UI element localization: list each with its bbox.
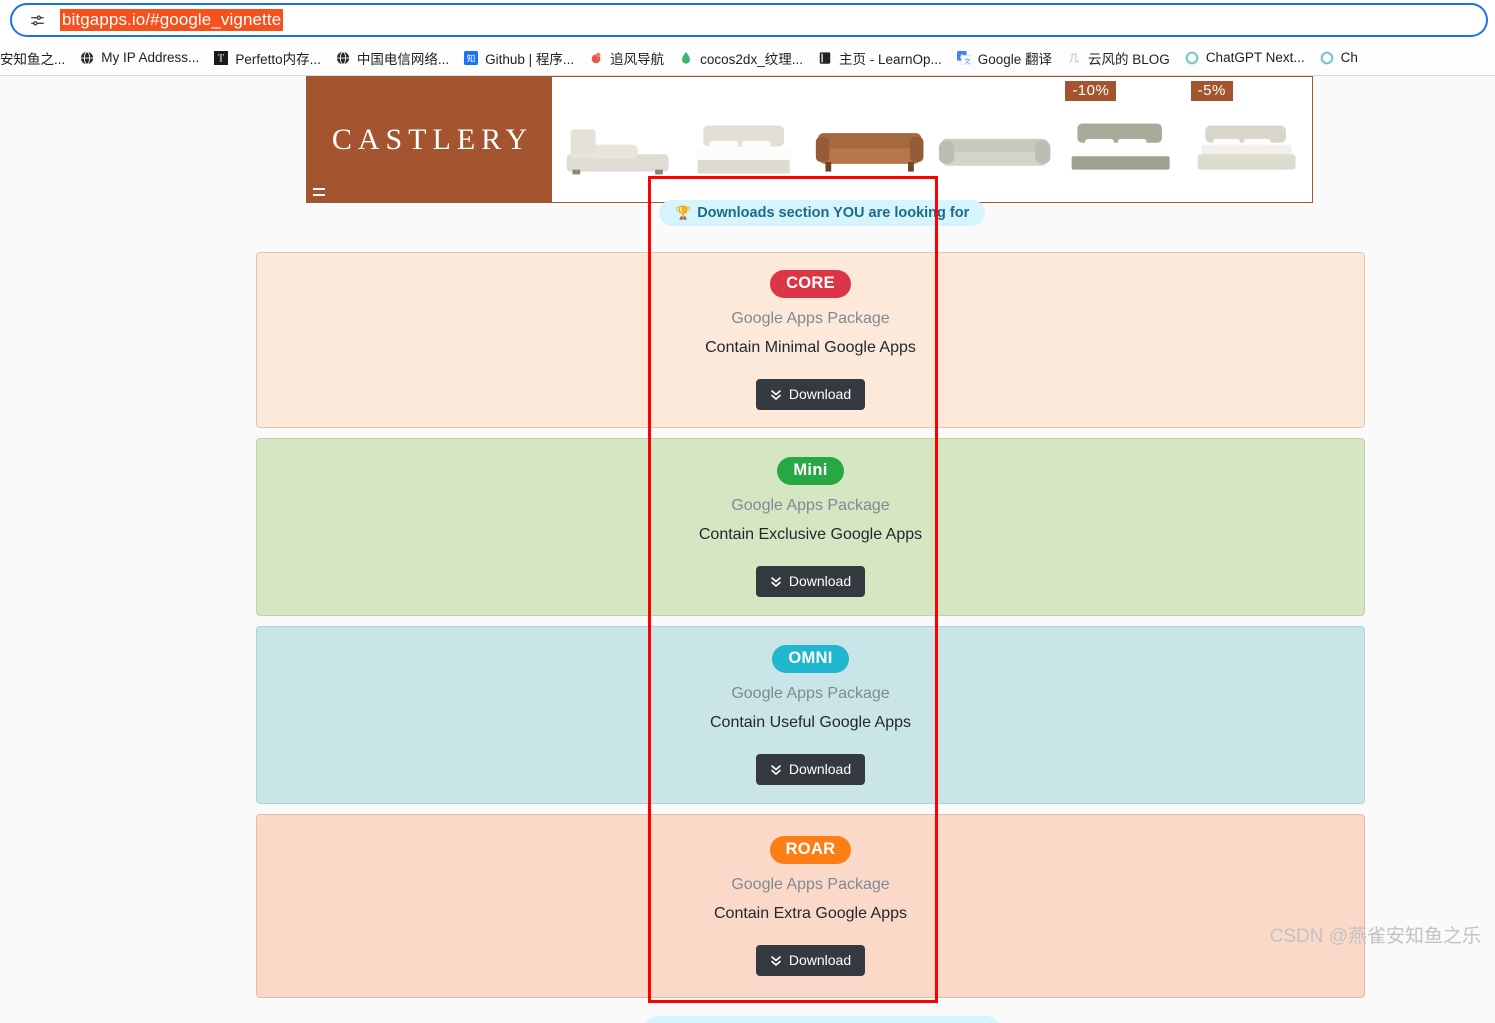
- package-subtitle: Google Apps Package: [731, 309, 890, 327]
- package-badge: Mini: [777, 457, 844, 485]
- bookmark-label: Ch: [1340, 50, 1358, 65]
- google-translate-icon: A文: [956, 50, 972, 66]
- double-chevron-down-icon: [770, 954, 782, 967]
- bookmark-item[interactable]: cocos2dx_纹理...: [671, 44, 810, 72]
- advertisement-banner[interactable]: CASTLERY -10% -5%: [306, 76, 1313, 203]
- svg-text:知: 知: [467, 52, 476, 63]
- bookmark-label: 中国电信网络...: [356, 51, 450, 67]
- bookmark-item[interactable]: My IP Address...: [72, 44, 206, 72]
- package-description: Contain Useful Google Apps: [709, 713, 911, 731]
- bookmarks-bar[interactable]: 安知鱼之... My IP Address... T Perfetto内存... 中国电…: [0, 40, 1495, 76]
- package-subtitle: Google Apps Package: [731, 496, 890, 514]
- ad-product-bed-low[interactable]: -5%: [1183, 77, 1308, 196]
- ad-product-image: [1062, 112, 1177, 184]
- zhihu-icon: 知: [463, 50, 479, 66]
- svg-text:T: T: [218, 53, 225, 64]
- bookmark-item[interactable]: T Perfetto内存...: [206, 44, 328, 72]
- address-bar-url[interactable]: bitgapps.io/#google_vignette: [60, 9, 284, 31]
- compass-icon: [588, 50, 604, 66]
- svg-text:几: 几: [1069, 53, 1079, 64]
- chatgpt-icon: [1319, 50, 1335, 66]
- download-button-label: Download: [788, 573, 852, 590]
- download-button-label: Download: [788, 761, 852, 778]
- ad-product-image: [561, 112, 676, 184]
- ad-product-image: [937, 112, 1052, 184]
- bookmark-label: cocos2dx_纹理...: [700, 51, 803, 67]
- bookmark-item[interactable]: A 文 Google 翻译: [949, 44, 1059, 72]
- package-card-omni: OMNI Google Apps Package Contain Useful Go…: [256, 626, 1365, 804]
- ad-product-sofa-leather[interactable]: [807, 77, 932, 196]
- download-button-label: Download: [788, 386, 852, 403]
- ad-product-image: [1188, 112, 1303, 184]
- address-bar[interactable]: bitgapps.io/#google_vignette: [10, 3, 1488, 37]
- cocos-icon: [678, 50, 694, 66]
- package-badge: CORE: [770, 270, 851, 298]
- ad-brand-name: CASTLERY: [331, 122, 534, 156]
- chatgpt-icon: [1184, 50, 1200, 66]
- browser-chrome: bitgapps.io/#google_vignette 安知鱼之... My I…: [0, 0, 1495, 76]
- globe-icon: [79, 50, 95, 66]
- double-chevron-down-icon: [770, 763, 782, 776]
- ad-choices-icon[interactable]: [313, 188, 325, 196]
- ad-discount-badge: -5%: [1190, 81, 1233, 101]
- book-icon: [817, 50, 833, 66]
- bookmark-label: 追风导航: [610, 51, 665, 67]
- package-card-core: CORE Google Apps Package Contain Minimal G…: [256, 252, 1365, 428]
- bookmark-label: 云风的 BLOG: [1088, 51, 1170, 67]
- site-settings-icon[interactable]: [24, 7, 50, 33]
- bookmark-label: Perfetto内存...: [235, 51, 321, 67]
- package-description: Contain Minimal Google Apps: [705, 338, 916, 356]
- package-subtitle: Google Apps Package: [731, 684, 890, 702]
- ad-product-sofa-sectional[interactable]: [932, 77, 1057, 196]
- ad-product-bed-platform[interactable]: -10%: [1057, 77, 1182, 196]
- ad-products: -10% -5%: [552, 77, 1312, 202]
- omnibox-row: bitgapps.io/#google_vignette: [0, 0, 1495, 40]
- bookmark-item[interactable]: 追风导航: [581, 44, 671, 72]
- downloads-section-banner: 🏆 Downloads section YOU are looking for: [659, 200, 986, 226]
- package-subtitle: Google Apps Package: [731, 875, 890, 893]
- letter-t-icon: T: [213, 50, 229, 66]
- double-chevron-down-icon: [770, 575, 782, 588]
- download-button[interactable]: Download: [755, 378, 866, 410]
- bookmark-item[interactable]: 几云风的 BLOG: [1059, 44, 1177, 72]
- globe-icon: [335, 50, 351, 66]
- double-chevron-down-icon: [770, 388, 782, 401]
- ad-product-bed-skirted[interactable]: [681, 77, 806, 196]
- package-description: Contain Extra Google Apps: [713, 904, 907, 922]
- ad-product-image: [812, 112, 927, 184]
- bookmark-item[interactable]: 知 Github | 程序...: [456, 44, 581, 72]
- bookmark-label: 安知鱼之...: [0, 51, 66, 67]
- download-button[interactable]: Download: [755, 944, 866, 976]
- bookmark-item[interactable]: 安知鱼之...: [0, 44, 72, 72]
- bookmark-label: Github | 程序...: [485, 51, 575, 67]
- svg-text:文: 文: [964, 57, 970, 65]
- bookmark-label: 主页 - LearnOp...: [838, 51, 942, 67]
- bookmark-item[interactable]: 主页 - LearnOp...: [810, 44, 949, 72]
- package-card-mini: Mini Google Apps Package Contain Exclusive…: [256, 438, 1365, 616]
- bookmark-label: My IP Address...: [101, 50, 200, 65]
- bookmark-item[interactable]: 中国电信网络...: [328, 44, 456, 72]
- page-viewport: CASTLERY -10% -5% 🏆 Downloads section YOU…: [0, 76, 1495, 1023]
- package-badge: OMNI: [772, 645, 849, 673]
- package-badge: ROAR: [769, 836, 852, 864]
- package-card-roar: ROAR Google Apps Package Contain Extra Goo…: [256, 814, 1365, 998]
- ad-discount-badge: -10%: [1065, 81, 1117, 101]
- watermark: CSDN @燕雀安知鱼之乐: [1269, 926, 1481, 947]
- bookmark-item[interactable]: ChatGPT Next...: [1177, 44, 1312, 72]
- trophy-icon: 🏆: [675, 205, 692, 220]
- ad-product-sofa-chaise[interactable]: [556, 77, 681, 196]
- ad-brand-panel: CASTLERY: [307, 77, 552, 202]
- download-button[interactable]: Download: [755, 565, 866, 597]
- package-description: Contain Exclusive Google Apps: [698, 525, 923, 543]
- bookmark-label: ChatGPT Next...: [1205, 50, 1305, 65]
- next-section-banner: [645, 1016, 1000, 1023]
- bookmark-item[interactable]: Ch: [1312, 44, 1365, 72]
- download-button[interactable]: Download: [755, 753, 866, 785]
- wind-icon: 几: [1066, 50, 1082, 66]
- download-button-label: Download: [788, 952, 852, 969]
- bookmark-label: Google 翻译: [977, 51, 1053, 67]
- ad-product-image: [686, 112, 801, 184]
- downloads-banner-text: Downloads section YOU are looking for: [697, 205, 970, 221]
